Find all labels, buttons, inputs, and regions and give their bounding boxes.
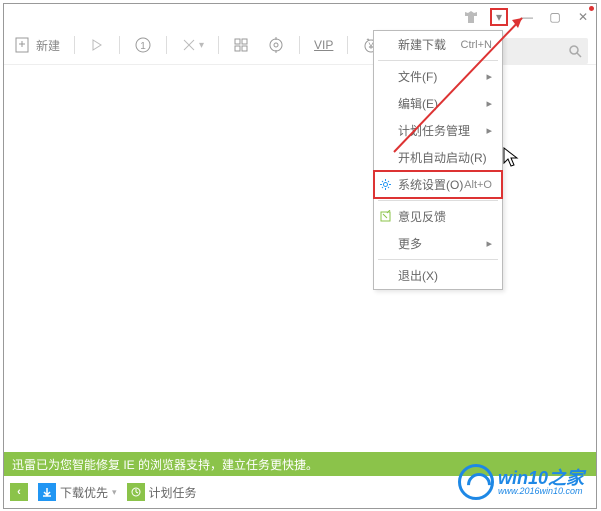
menu-item-8[interactable]: 意见反馈 — [374, 203, 502, 230]
menu-item-9[interactable]: 更多 ▸ — [374, 230, 502, 257]
download-priority-button[interactable]: 下载优先 ▾ — [38, 483, 117, 501]
menu-item-right: ▸ — [486, 97, 492, 110]
search-icon — [568, 44, 582, 58]
menu-separator — [378, 200, 498, 201]
apps-button[interactable] — [229, 35, 253, 55]
menu-item-label: 意见反馈 — [398, 208, 446, 225]
menu-item-2[interactable]: 文件(F) ▸ — [374, 63, 502, 90]
watermark-logo: win10之家 www.2016win10.com — [458, 464, 584, 500]
gear-icon — [378, 178, 392, 192]
separator — [347, 36, 348, 54]
menu-item-label: 开机自动启动(R) — [398, 149, 487, 166]
menu-item-right: Alt+O — [464, 179, 492, 191]
toolbar: 新建 1 ▾ VIP ¥ — [10, 30, 384, 60]
expand-button[interactable]: ‹ — [10, 483, 28, 501]
menu-item-11[interactable]: 退出(X) — [374, 262, 502, 289]
separator — [74, 36, 75, 54]
vip-button[interactable]: VIP — [310, 36, 337, 54]
play-button[interactable] — [85, 35, 109, 55]
menu-item-label: 文件(F) — [398, 68, 437, 85]
feedback-icon — [378, 210, 392, 224]
logo-circle-icon — [458, 464, 494, 500]
new-button[interactable]: 新建 — [10, 34, 64, 56]
new-label: 新建 — [36, 37, 60, 54]
download-priority-label: 下载优先 — [60, 484, 108, 501]
menu-item-right: Ctrl+N — [461, 39, 492, 51]
main-menu: 新建下载 Ctrl+N 文件(F) ▸ 编辑(E) ▸ 计划任务管理 ▸ 开机自动启动(R) 系统… — [373, 30, 503, 290]
schedule-icon — [127, 483, 145, 501]
delete-button[interactable]: ▾ — [177, 35, 208, 55]
separator — [166, 36, 167, 54]
scheduled-tasks-button[interactable]: 计划任务 — [127, 483, 197, 501]
status-text: 迅雷已为您智能修复 IE 的浏览器支持，建立任务更快捷。 — [12, 456, 318, 473]
scheduled-tasks-label: 计划任务 — [149, 484, 197, 501]
target-button[interactable] — [263, 34, 289, 56]
separator — [218, 36, 219, 54]
menu-item-label: 编辑(E) — [398, 95, 438, 112]
menu-item-label: 退出(X) — [398, 267, 438, 284]
app-window: ▾ — ▢ ✕ 新建 1 ▾ VIP ¥ — [3, 3, 597, 509]
separator — [119, 36, 120, 54]
menu-item-3[interactable]: 编辑(E) ▸ — [374, 90, 502, 117]
menu-item-right: ▸ — [486, 70, 492, 83]
download-priority-icon — [38, 483, 56, 501]
menu-item-label: 系统设置(O) — [398, 176, 463, 193]
menu-item-right: ▸ — [486, 237, 492, 250]
main-menu-trigger[interactable]: ▾ — [490, 8, 508, 26]
menu-separator — [378, 259, 498, 260]
titlebar: ▾ — ▢ ✕ — [462, 8, 592, 26]
minimize-button[interactable]: — — [518, 8, 536, 26]
maximize-button[interactable]: ▢ — [546, 8, 564, 26]
skin-icon[interactable] — [462, 8, 480, 26]
menu-item-0[interactable]: 新建下载 Ctrl+N — [374, 31, 502, 58]
svg-text:1: 1 — [140, 41, 146, 52]
menu-item-label: 计划任务管理 — [398, 122, 470, 139]
menu-item-right: ▸ — [486, 124, 492, 137]
menu-item-label: 新建下载 — [398, 36, 446, 53]
menu-item-6[interactable]: 系统设置(O)Alt+O — [374, 171, 502, 198]
content-area — [4, 64, 596, 464]
mouse-cursor-icon — [503, 147, 521, 169]
separator — [299, 36, 300, 54]
menu-item-5[interactable]: 开机自动启动(R) — [374, 144, 502, 171]
menu-separator — [378, 60, 498, 61]
number-button[interactable]: 1 — [130, 34, 156, 56]
menu-item-4[interactable]: 计划任务管理 ▸ — [374, 117, 502, 144]
menu-item-label: 更多 — [398, 235, 422, 252]
